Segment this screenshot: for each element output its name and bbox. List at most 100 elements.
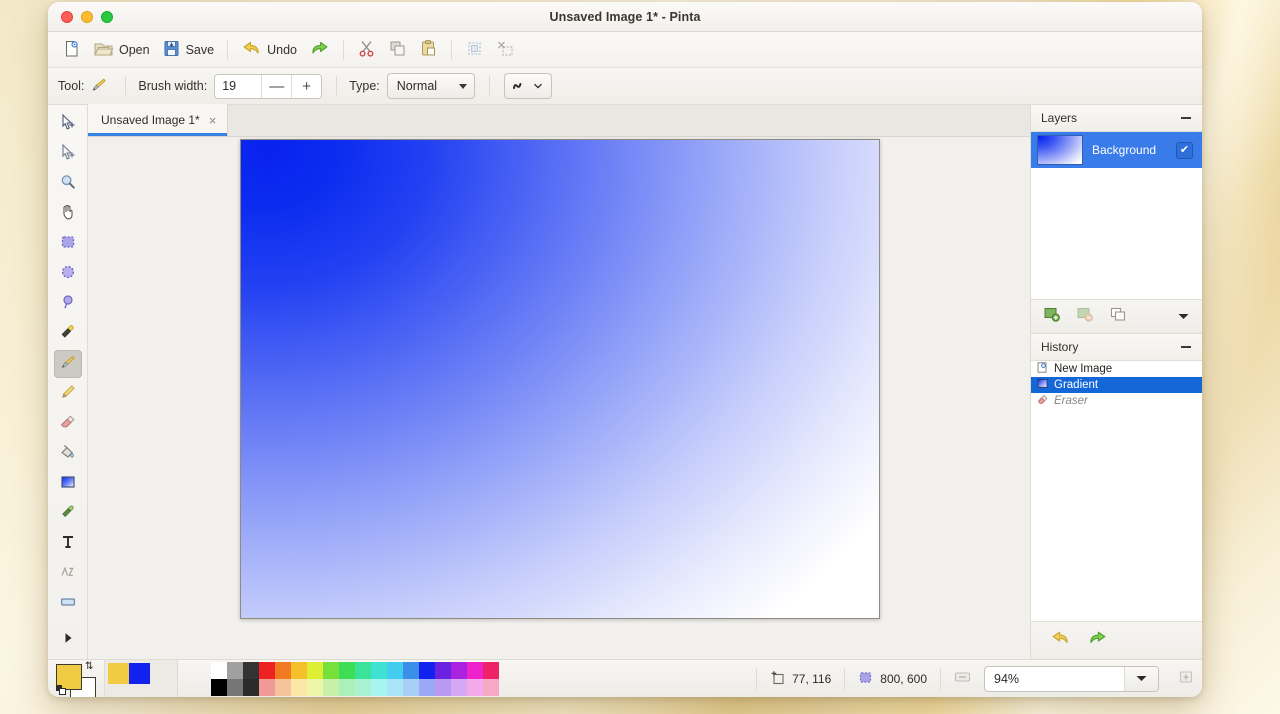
palette-swatch[interactable] [275, 661, 291, 679]
sidebar-item-pan-tool[interactable] [54, 200, 82, 228]
reset-colors-icon[interactable] [55, 684, 68, 698]
palette-swatch[interactable] [419, 661, 435, 679]
redo-arrow-icon[interactable] [1087, 629, 1109, 652]
palette-swatch[interactable] [355, 678, 371, 696]
undo-button[interactable]: Undo [235, 36, 303, 64]
layer-visibility-checkbox[interactable]: ✔ [1176, 141, 1193, 159]
delete-layer-icon[interactable] [1076, 306, 1095, 328]
layer-row[interactable]: Background ✔ [1031, 132, 1202, 168]
palette-swatch[interactable] [243, 678, 259, 696]
brush-width-decrease[interactable]: — [261, 74, 292, 98]
sidebar-item-pencil-tool[interactable] [54, 380, 82, 408]
copy-button[interactable] [382, 36, 413, 64]
history-list[interactable]: New Image Gradient Eraser [1031, 361, 1202, 621]
brush-width-value[interactable]: 19 [215, 79, 261, 93]
palette-swatch[interactable] [371, 661, 387, 679]
chevron-down-icon[interactable] [1124, 666, 1158, 691]
sidebar-item-color-picker-tool[interactable] [54, 320, 82, 348]
palette-swatch[interactable] [259, 661, 275, 679]
palette-swatch[interactable] [323, 678, 339, 696]
crop-to-selection-button[interactable] [459, 36, 490, 64]
palette-swatch[interactable] [275, 678, 291, 696]
zoom-level-combobox[interactable]: 94% [984, 665, 1159, 692]
color-picker-swatches[interactable]: ⇅ [52, 660, 104, 698]
palette-swatch[interactable] [211, 661, 227, 679]
palette-swatch[interactable] [259, 678, 275, 696]
sidebar-item-line-curve-tool[interactable] [54, 560, 82, 588]
palette-swatch[interactable] [467, 661, 483, 679]
palette-swatch[interactable] [403, 661, 419, 679]
tab-unsaved-image-1[interactable]: Unsaved Image 1* × [88, 104, 229, 136]
duplicate-layer-icon[interactable] [1109, 306, 1128, 328]
brush-width-increase[interactable]: + [291, 74, 322, 98]
palette-swatch[interactable] [451, 678, 467, 696]
more-tools-button[interactable] [54, 626, 82, 654]
minus-icon[interactable] [1181, 346, 1191, 348]
sidebar-item-text-tool[interactable] [54, 530, 82, 558]
palette-swatch[interactable] [403, 678, 419, 696]
deselect-all-button[interactable] [490, 36, 521, 64]
sidebar-item-eraser-tool[interactable] [54, 410, 82, 438]
swap-colors-icon[interactable]: ⇅ [85, 661, 93, 672]
sidebar-item-rectangle-select-tool[interactable] [54, 110, 82, 138]
canvas-viewport[interactable] [88, 137, 1030, 659]
close-icon[interactable]: × [209, 114, 217, 127]
palette-swatch[interactable] [467, 678, 483, 696]
open-button[interactable]: Open [87, 36, 156, 64]
history-item[interactable]: New Image [1031, 361, 1202, 377]
sidebar-item-zoom-tool[interactable] [54, 170, 82, 198]
sidebar-item-paintbrush-tool[interactable] [53, 350, 82, 378]
sidebar-item-ellipse-select-tool[interactable] [54, 230, 82, 258]
sidebar-item-clone-stamp-tool[interactable] [54, 500, 82, 528]
palette-swatch[interactable] [227, 678, 243, 696]
sidebar-item-gradient-tool[interactable] [54, 470, 82, 498]
palette-swatch[interactable] [419, 678, 435, 696]
palette-swatch[interactable] [323, 661, 339, 679]
palette-swatch[interactable] [483, 661, 499, 679]
add-layer-icon[interactable] [1043, 306, 1062, 328]
palette-swatch[interactable] [435, 661, 451, 679]
save-button[interactable]: Save [156, 36, 221, 64]
zoom-level-value[interactable]: 94% [985, 672, 1124, 686]
sidebar-item-paint-bucket-tool[interactable] [54, 440, 82, 468]
chevron-down-icon[interactable] [1177, 308, 1190, 326]
palette-swatch[interactable] [435, 678, 451, 696]
palette-swatch[interactable] [243, 661, 259, 679]
palette-swatch[interactable] [291, 678, 307, 696]
recent-color-swatch[interactable] [108, 662, 129, 684]
palette-swatch[interactable] [291, 661, 307, 679]
palette-swatch[interactable] [339, 661, 355, 679]
history-item[interactable]: Gradient [1031, 377, 1202, 393]
cut-button[interactable] [351, 36, 382, 64]
recently-used-colors[interactable] [104, 659, 178, 697]
palette-swatch[interactable] [483, 678, 499, 696]
palette-swatch[interactable] [227, 661, 243, 679]
sidebar-item-magic-wand-tool[interactable] [54, 290, 82, 318]
palette-swatch[interactable] [371, 678, 387, 696]
history-item[interactable]: Eraser [1031, 393, 1202, 409]
palette-swatch[interactable] [339, 678, 355, 696]
palette-swatch[interactable] [307, 661, 323, 679]
palette-swatch[interactable] [387, 678, 403, 696]
brush-width-stepper[interactable]: 19 — + [214, 73, 323, 99]
palette-swatch[interactable] [307, 678, 323, 696]
sidebar-item-rectangle-shape-tool[interactable] [54, 590, 82, 618]
image-canvas[interactable] [240, 139, 880, 619]
color-palette[interactable] [211, 661, 499, 696]
new-image-button[interactable] [56, 36, 87, 64]
sidebar-item-move-selected-tool[interactable] [54, 140, 82, 168]
redo-button[interactable] [303, 36, 336, 64]
minus-icon[interactable] [1181, 117, 1191, 119]
palette-swatch[interactable] [451, 661, 467, 679]
type-dropdown[interactable]: Normal [386, 73, 475, 99]
palette-swatch[interactable] [387, 661, 403, 679]
recent-color-swatch[interactable] [129, 662, 150, 684]
expand-canvas-icon[interactable] [1178, 669, 1194, 688]
fit-to-window-icon[interactable] [954, 670, 971, 687]
undo-arrow-icon[interactable] [1049, 629, 1071, 652]
blend-mode-button[interactable] [503, 73, 552, 99]
palette-swatch[interactable] [355, 661, 371, 679]
paste-button[interactable] [413, 36, 444, 64]
palette-swatch[interactable] [211, 678, 227, 696]
sidebar-item-lasso-select-tool[interactable] [54, 260, 82, 288]
